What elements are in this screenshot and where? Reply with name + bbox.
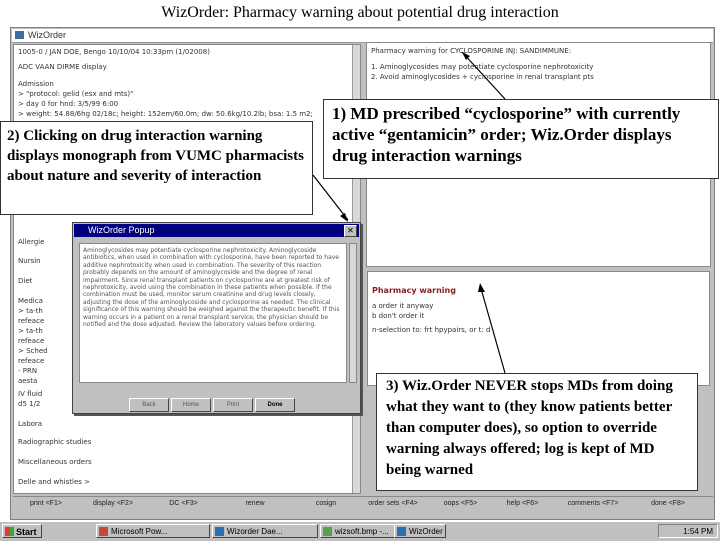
list-item: d5 1/2 xyxy=(18,400,41,408)
admission-heading[interactable]: Admission xyxy=(18,80,54,88)
callout-override: 3) Wiz.Order NEVER stops MDs from doing … xyxy=(376,373,698,491)
app-titlebar[interactable]: WizOrder xyxy=(12,29,713,43)
done-popup-button[interactable]: Done xyxy=(255,398,295,412)
taskbar-item-wizorder[interactable]: WizOrder xyxy=(394,524,446,538)
section-laboratory[interactable]: Labora xyxy=(18,420,42,428)
task-label: Microsoft Pow... xyxy=(111,527,168,536)
monograph-popup: WizOrder Popup ✕ Aminoglycosides may pot… xyxy=(72,222,361,414)
task-label: Wizorder Dae... xyxy=(227,527,283,536)
taskbar-item-wizorder-daemon[interactable]: Wizorder Dae... xyxy=(212,524,318,538)
close-icon[interactable]: ✕ xyxy=(344,225,357,237)
pharmacy-warning-prompt: Pharmacy warning a order it anyway b don… xyxy=(367,271,710,386)
popup-scrollbar[interactable] xyxy=(349,243,357,383)
system-tray: 1:54 PM xyxy=(658,524,718,538)
section-iv-fluids[interactable]: IV fluid xyxy=(18,390,42,398)
renew-button[interactable]: renew xyxy=(235,500,275,513)
home-button[interactable]: Home xyxy=(171,398,211,412)
windows-logo-icon xyxy=(5,527,14,536)
taskbar: Start Microsoft Pow... Wizorder Dae... w… xyxy=(0,521,720,541)
list-item[interactable]: > Sched xyxy=(18,347,48,355)
task-label: WizOrder xyxy=(409,527,443,536)
warning-heading: Pharmacy warning for CYCLOSPORINE INJ: S… xyxy=(371,47,572,55)
powerpoint-icon xyxy=(99,527,108,536)
start-label: Start xyxy=(16,527,37,537)
popup-title: WizOrder Popup xyxy=(88,225,155,235)
oops-button[interactable]: oops <F5> xyxy=(438,500,483,513)
section-miscellaneous[interactable]: Miscellaneous orders xyxy=(18,458,92,466)
list-item: refeace xyxy=(18,337,45,345)
app-icon xyxy=(15,31,24,39)
list-item[interactable]: > day 0 for hnd: 3/5/99 6:00 xyxy=(18,100,118,108)
clock[interactable]: 1:54 PM xyxy=(683,527,713,536)
paint-icon xyxy=(323,527,332,536)
list-item: aesta xyxy=(18,377,38,385)
help-button[interactable]: help <F6> xyxy=(500,500,545,513)
section-nursing[interactable]: Nursin xyxy=(18,257,41,265)
done-button[interactable]: done <F8> xyxy=(643,500,693,513)
comments-button[interactable]: comments <F7> xyxy=(558,500,628,513)
section-allergies[interactable]: Allergie xyxy=(18,238,44,246)
list-item[interactable]: > ta-th xyxy=(18,307,43,315)
section-medications[interactable]: Medica xyxy=(18,297,43,305)
order-sets-button[interactable]: order sets <F4> xyxy=(363,500,423,513)
list-item: refeace xyxy=(18,357,45,365)
section-bells-whistles[interactable]: Delle and whistles > xyxy=(18,478,90,486)
task-label: wizsoft.bmp -... xyxy=(335,527,389,536)
patient-line: 1005-0 / JAN DOE, Bengo 10/10/04 10:33pm… xyxy=(18,48,210,56)
section-radiographic[interactable]: Radiographic studies xyxy=(18,438,91,446)
callout-drug-interaction-warning: 1) MD prescribed “cyclosporine” with cur… xyxy=(323,99,719,179)
cosign-button[interactable]: cosign xyxy=(306,500,346,513)
app-icon xyxy=(215,527,224,536)
popup-titlebar[interactable]: WizOrder Popup ✕ xyxy=(74,224,359,237)
taskbar-item-powerpoint[interactable]: Microsoft Pow... xyxy=(96,524,210,538)
start-button[interactable]: Start xyxy=(2,524,42,538)
list-item[interactable]: > "protocol: gelid (esx and mts)" xyxy=(18,90,133,98)
function-key-bar: print <F1> display <F2> DC <F3> renew co… xyxy=(13,496,713,517)
list-item: refeace xyxy=(18,317,45,325)
prompt-heading: Pharmacy warning xyxy=(372,286,456,295)
view-heading: ADC VAAN DIRME display xyxy=(18,63,107,71)
app-icon xyxy=(397,527,406,536)
print-popup-button[interactable]: Print xyxy=(213,398,253,412)
selection-hint: n-selection to: frt hpypairs, or t: d xyxy=(372,326,491,334)
warning-item-1[interactable]: 1. Aminoglycosides may potentiate cyclos… xyxy=(371,63,593,71)
print-button[interactable]: print <F1> xyxy=(21,500,71,513)
dc-button[interactable]: DC <F3> xyxy=(161,500,206,513)
app-title: WizOrder xyxy=(28,30,66,40)
display-button[interactable]: display <F2> xyxy=(85,500,141,513)
monograph-text: Aminoglycosides may potentiate cyclospor… xyxy=(79,243,347,383)
list-item[interactable]: > ta-th xyxy=(18,327,43,335)
slide-title: WizOrder: Pharmacy warning about potenti… xyxy=(161,4,559,21)
option-dont-order[interactable]: b don't order it xyxy=(372,312,424,320)
back-button[interactable]: Back xyxy=(129,398,169,412)
option-order-anyway[interactable]: a order it anyway xyxy=(372,302,433,310)
list-item[interactable]: - PRN xyxy=(18,367,37,375)
list-item[interactable]: > weight: 54.88/6hg 02/18c; height: 152e… xyxy=(18,110,313,118)
callout-monograph: 2) Clicking on drug interaction warning … xyxy=(0,121,313,215)
warning-item-2[interactable]: 2. Avoid aminoglycosides + cyclosporine … xyxy=(371,73,594,81)
section-diet[interactable]: Diet xyxy=(18,277,32,285)
